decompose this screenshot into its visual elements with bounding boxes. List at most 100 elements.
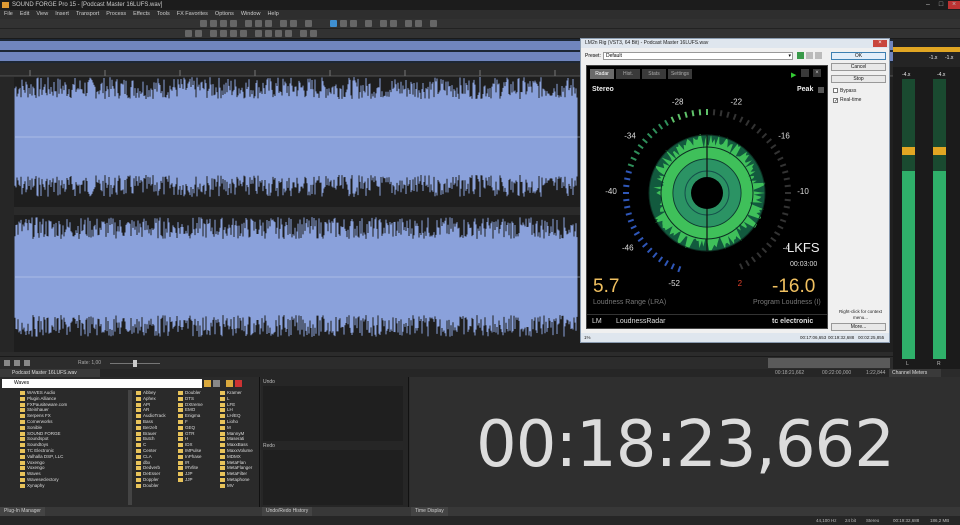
bypass-checkbox[interactable]: Bypass <box>833 88 856 95</box>
plugin-folder-item[interactable]: Doubler <box>136 483 166 489</box>
menu-options[interactable]: Options <box>215 10 234 19</box>
meters-tab-label: Channel Meters <box>892 370 928 376</box>
cut-icon[interactable] <box>245 20 252 27</box>
dialog-title: LM2n Rig (VST3, 64 Bit) - Podcast Master… <box>585 40 709 46</box>
settings-preset-icon[interactable] <box>815 52 822 59</box>
minimize-icon[interactable]: – <box>922 1 934 9</box>
play-bar-play-icon[interactable] <box>14 360 20 366</box>
pencil-tool-icon[interactable] <box>350 20 357 27</box>
record-icon[interactable] <box>185 30 192 37</box>
copy-icon[interactable] <box>255 20 262 27</box>
maximize-icon[interactable]: □ <box>935 1 947 9</box>
go-end-icon[interactable] <box>285 30 292 37</box>
forward-icon[interactable] <box>275 30 282 37</box>
loop-icon[interactable] <box>195 30 202 37</box>
plugin-manager-tab[interactable]: Plug-In Manager <box>0 507 45 516</box>
rate-slider-thumb[interactable] <box>133 360 137 367</box>
undo-icon[interactable] <box>280 20 287 27</box>
horizontal-scrollbar[interactable] <box>768 358 890 368</box>
open-file-icon[interactable] <box>210 20 217 27</box>
folder-tree-item[interactable]: Xynaphy <box>20 483 67 489</box>
menu-effects[interactable]: Effects <box>133 10 150 19</box>
menu-edit[interactable]: Edit <box>20 10 29 19</box>
event-tool-icon[interactable] <box>365 20 372 27</box>
help-icon[interactable] <box>430 20 437 27</box>
realtime-checkbox-box[interactable]: ✓ <box>833 98 838 104</box>
menu-process[interactable]: Process <box>106 10 126 19</box>
snap-icon[interactable] <box>300 30 307 37</box>
status-bar: 44,100 Hz 24 bit Stereo 00:19:32,688 186… <box>0 516 960 525</box>
zoom-out-icon[interactable] <box>390 20 397 27</box>
cancel-button[interactable]: Cancel <box>831 63 886 71</box>
plugin-folder-item[interactable]: MV <box>220 483 253 489</box>
dialog-close-icon[interactable]: × <box>873 40 887 47</box>
redo-list[interactable] <box>263 450 403 505</box>
delete-preset-icon[interactable] <box>806 52 813 59</box>
waveform-display[interactable] <box>0 77 580 352</box>
zoom-in-icon[interactable] <box>380 20 387 27</box>
trim-icon[interactable] <box>305 20 312 27</box>
tree-scrollbar[interactable] <box>128 390 132 505</box>
close-icon[interactable]: × <box>948 1 960 9</box>
play-bar-stop-icon[interactable] <box>24 360 30 366</box>
realtime-checkbox[interactable]: ✓ Real-time <box>833 97 861 104</box>
new-folder-icon[interactable] <box>226 380 233 387</box>
radar-center-hole <box>691 177 723 209</box>
preset-dropdown[interactable]: Default ▾ <box>603 52 793 60</box>
save-icon[interactable] <box>220 20 227 27</box>
paste-icon[interactable] <box>265 20 272 27</box>
menu-help[interactable]: Help <box>267 10 278 19</box>
radar-scale-label: -40 <box>605 187 617 196</box>
refresh-icon[interactable] <box>213 380 220 387</box>
file-tab[interactable]: Podcast Master 16LUFS.wav <box>0 369 100 377</box>
grid-icon[interactable] <box>310 30 317 37</box>
play-icon[interactable] <box>220 30 227 37</box>
redo-icon[interactable] <box>290 20 297 27</box>
preset-value: Default <box>606 53 622 59</box>
stop-icon[interactable] <box>240 30 247 37</box>
file-size: 186,2 MB <box>930 518 950 523</box>
folder-path-dropdown[interactable]: Waves <box>2 379 202 388</box>
more-button[interactable]: More... <box>831 323 886 331</box>
dock-tabs: Plug-In Manager Undo/Redo History Time D… <box>0 507 960 516</box>
save-preset-icon[interactable] <box>797 52 804 59</box>
menu-fx-favorites[interactable]: FX Favorites <box>177 10 208 19</box>
selection-end[interactable]: 00:22:00,000 <box>822 369 851 377</box>
menu-transport[interactable]: Transport <box>76 10 99 19</box>
marker-icon[interactable] <box>405 20 412 27</box>
dialog-title-bar[interactable]: LM2n Rig (VST3, 64 Bit) - Podcast Master… <box>581 39 889 48</box>
time-display-tab[interactable]: Time Display <box>411 507 448 516</box>
menu-file[interactable]: File <box>4 10 13 19</box>
delete-icon[interactable] <box>235 380 242 387</box>
menu-tools[interactable]: Tools <box>157 10 170 19</box>
channels[interactable]: Stereo <box>866 516 879 525</box>
undo-history-tab[interactable]: Undo/Redo History <box>262 507 313 516</box>
menu-view[interactable]: View <box>36 10 48 19</box>
save-as-icon[interactable] <box>230 20 237 27</box>
edit-tool-icon[interactable] <box>330 20 337 27</box>
play-all-icon[interactable] <box>210 30 217 37</box>
stop-button[interactable]: Stop <box>831 75 886 83</box>
undo-list[interactable] <box>263 386 403 441</box>
go-start-icon[interactable] <box>255 30 262 37</box>
sample-rate[interactable]: 44,100 Hz <box>816 516 837 525</box>
meters-tab[interactable]: Channel Meters <box>889 369 941 377</box>
bypass-checkbox-box[interactable] <box>833 88 838 93</box>
selection-length[interactable]: 1:22,844 <box>866 369 885 377</box>
radar-scale-label: -34 <box>624 132 636 141</box>
undo-section-label: Undo <box>263 379 275 385</box>
pause-icon[interactable] <box>230 30 237 37</box>
selection-start[interactable]: 00:18:21,662 <box>775 369 804 377</box>
ok-button[interactable]: OK <box>831 52 886 60</box>
menu-window[interactable]: Window <box>241 10 261 19</box>
rewind-icon[interactable] <box>265 30 272 37</box>
magnify-tool-icon[interactable] <box>340 20 347 27</box>
bit-depth[interactable]: 24 bit <box>845 516 856 525</box>
standard-toolbar <box>0 19 960 29</box>
play-bar-record-icon[interactable] <box>4 360 10 366</box>
menu-insert[interactable]: Insert <box>55 10 69 19</box>
new-file-icon[interactable] <box>200 20 207 27</box>
plugin-folder-item[interactable]: JJP <box>178 477 203 483</box>
folder-up-icon[interactable] <box>204 380 211 387</box>
region-icon[interactable] <box>415 20 422 27</box>
